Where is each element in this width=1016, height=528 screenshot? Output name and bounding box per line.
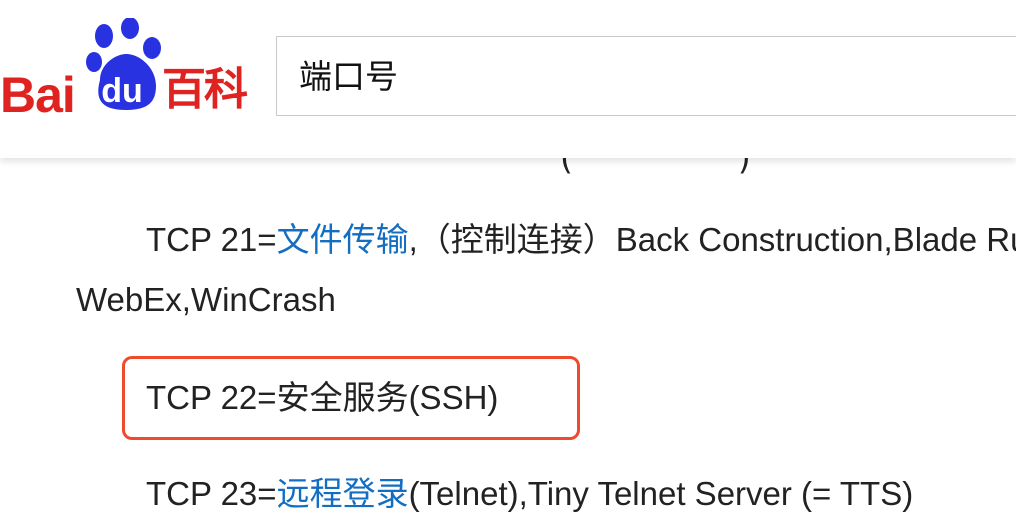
highlight-annotation-box xyxy=(122,356,580,440)
link-remote-login[interactable]: 远程登录 xyxy=(277,475,409,512)
port-prefix: TCP 23= xyxy=(146,475,277,512)
search-input-value: 端口号 xyxy=(299,57,398,96)
logo-baike-text: 百科 xyxy=(162,64,248,115)
port-entry-23: TCP 23=远程登录(Telnet),Tiny Telnet Server (… xyxy=(146,474,913,514)
port-description: (Telnet),Tiny Telnet Server (= TTS) xyxy=(408,475,914,512)
site-header: Bai du 百科 端口号 xyxy=(0,0,1016,158)
port-description: ,（控制连接）Back Construction,Blade Runner xyxy=(408,221,1016,258)
link-file-transfer[interactable]: 文件传输 xyxy=(277,221,409,258)
port-prefix: TCP 21= xyxy=(146,221,277,258)
page: ( ) TCP 21=文件传输,（控制连接）Back Construction,… xyxy=(0,0,1016,528)
baidu-baike-logo[interactable]: Bai du 百科 xyxy=(0,18,262,128)
logo-du-text: du xyxy=(101,72,143,110)
port-entry-21-continuation: WebEx,WinCrash xyxy=(76,281,336,318)
logo-bai-text: Bai xyxy=(0,67,76,123)
search-input[interactable]: 端口号 xyxy=(276,36,1016,116)
port-entry-21: TCP 21=文件传输,（控制连接）Back Construction,Blad… xyxy=(146,220,1016,260)
